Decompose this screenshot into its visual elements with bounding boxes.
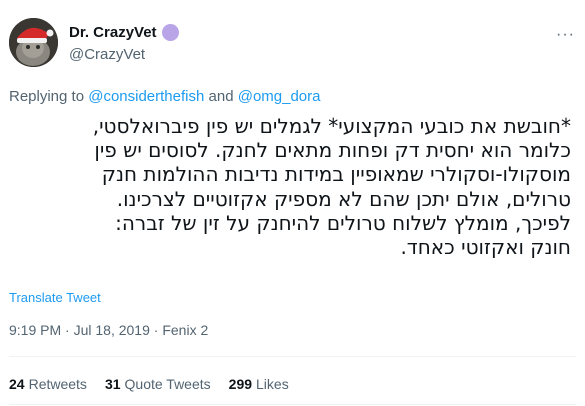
- tweet-date[interactable]: Jul 18, 2019: [74, 322, 150, 338]
- avatar[interactable]: [9, 18, 58, 67]
- meta-separator: ·: [61, 322, 74, 338]
- tweet-line: כלומר הוא יחסית דק ופחות מתאים לחנק. לסו…: [94, 138, 571, 163]
- tweet-line: טרולים, אולם יתכן שהם לא מספיק אקזוטיים …: [116, 186, 571, 211]
- tweet-line: לפיכך, מומלץ לשלוח טרולים להיחנק על זין …: [115, 210, 571, 235]
- translate-tweet-link[interactable]: Translate Tweet: [9, 290, 101, 305]
- user-handle[interactable]: @CrazyVet: [69, 46, 145, 63]
- tweet-text: *חובשת את כובעי המקצועי* לגמלים יש פין פ…: [9, 114, 571, 259]
- replying-joiner: and: [204, 88, 238, 105]
- divider: [9, 404, 576, 405]
- divider: [9, 356, 576, 357]
- meta-separator: ·: [149, 322, 163, 338]
- replying-prefix: Replying to: [9, 88, 89, 105]
- tweet-source[interactable]: Fenix 2: [162, 322, 208, 338]
- purple-circle-icon: [161, 24, 179, 41]
- likes-count: 299: [228, 376, 253, 392]
- quotes-count: 31: [104, 376, 121, 392]
- retweets-label: Retweets: [28, 376, 87, 392]
- likes-stat[interactable]: 299 Likes: [229, 376, 289, 392]
- name-row: Dr. CrazyVet: [69, 24, 179, 41]
- tweet-line: מוסקולו-וסקולרי שמאופיין במידות נדיבות ה…: [101, 162, 571, 187]
- likes-label: Likes: [256, 376, 289, 392]
- quotes-label: Quote Tweets: [124, 376, 211, 392]
- tweet-meta: 9:19 PM · Jul 18, 2019 · Fenix 2: [9, 322, 208, 338]
- tweet-stats: 24 Retweets 31 Quote Tweets 299 Likes: [9, 376, 289, 392]
- replying-to: Replying to @considerthefish and @omg_do…: [9, 88, 321, 105]
- tweet-line: *חובשת את כובעי המקצועי* לגמלים יש פין פ…: [92, 114, 571, 138]
- mention-link-2[interactable]: @omg_dora: [238, 88, 321, 105]
- display-name[interactable]: Dr. CrazyVet: [69, 24, 157, 41]
- more-horizontal-icon[interactable]: ···: [556, 26, 575, 44]
- avatar-cat-santa-hat-icon: [9, 18, 58, 67]
- tweet-header: Dr. CrazyVet @CrazyVet ···: [9, 18, 579, 70]
- tweet-line: חונק ואקזוטי כאחד.: [400, 235, 571, 260]
- retweets-stat[interactable]: 24 Retweets: [9, 376, 87, 392]
- retweets-count: 24: [9, 376, 25, 392]
- tweet-time[interactable]: 9:19 PM: [9, 322, 61, 338]
- mention-link-1[interactable]: @considerthefish: [88, 88, 204, 105]
- quote-tweets-stat[interactable]: 31 Quote Tweets: [105, 376, 211, 392]
